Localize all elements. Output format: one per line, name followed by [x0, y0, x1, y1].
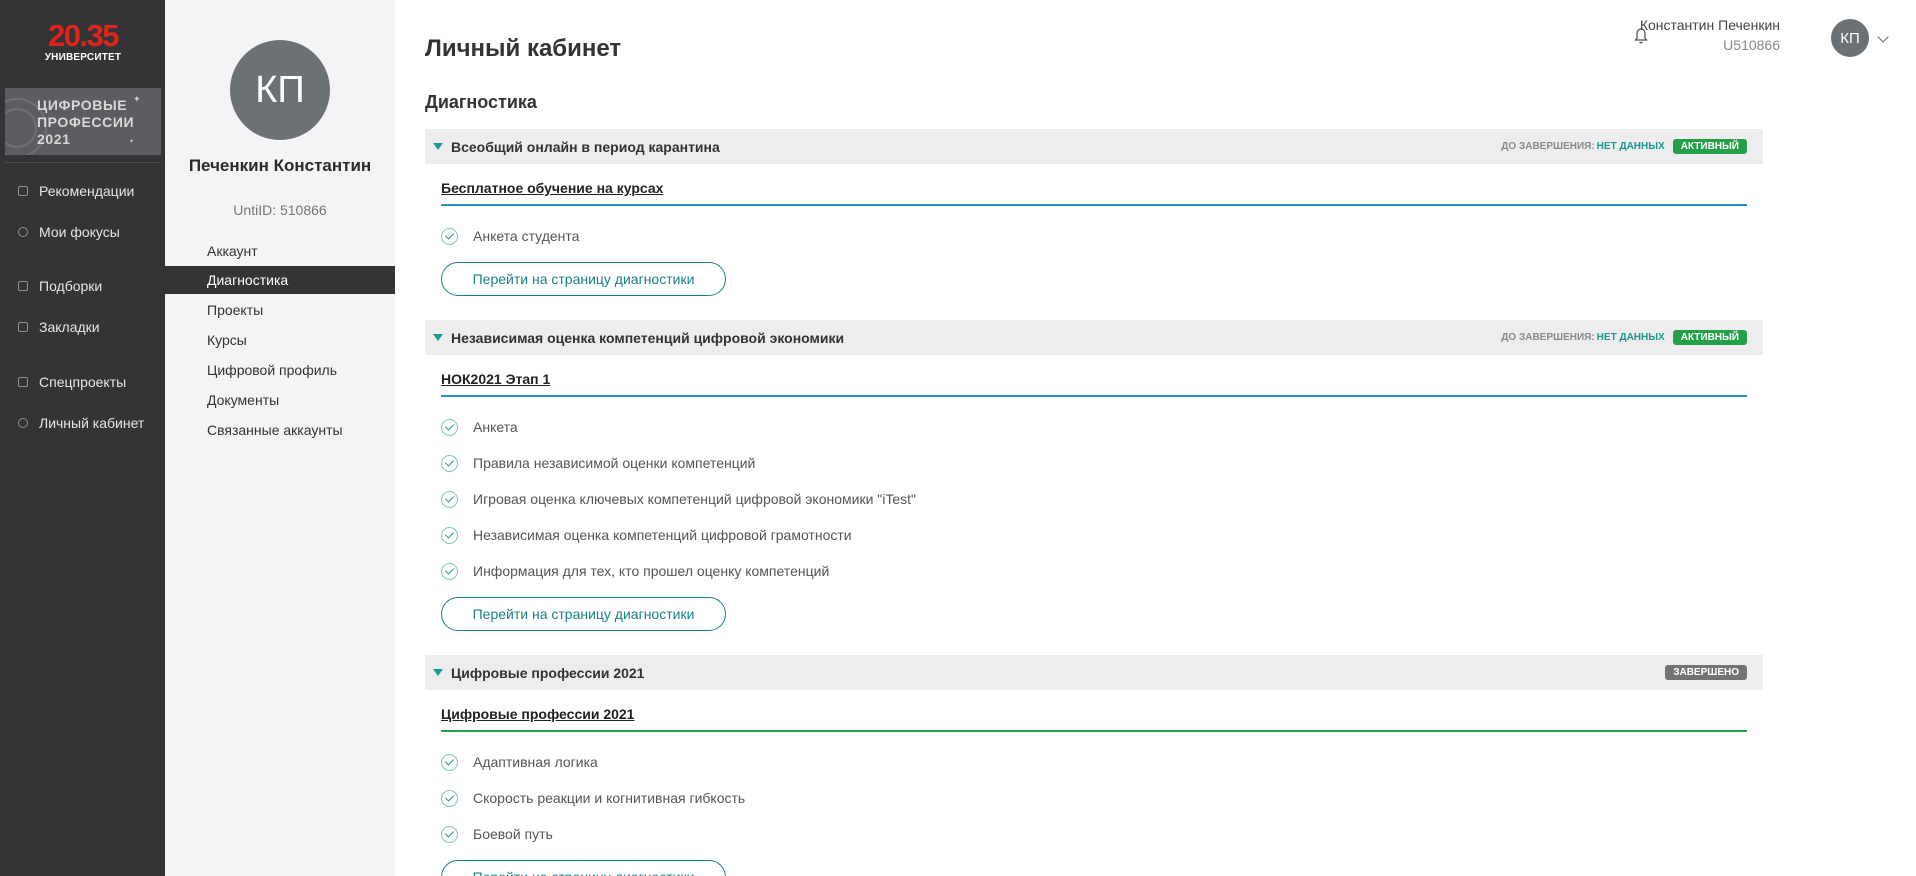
sidebar-item-bookmarks[interactable]: Закладки — [0, 315, 165, 339]
profile-nav-diagnostics[interactable]: Диагностика — [165, 266, 395, 294]
profile-unti-id: UntiID: 510866 — [233, 202, 327, 218]
item-label: Игровая оценка ключевых компетенций цифр… — [473, 491, 917, 507]
check-circle-icon — [441, 418, 458, 436]
check-circle-icon — [441, 526, 458, 544]
group-header[interactable]: Всеобщий онлайн в период карантина ДО ЗА… — [425, 129, 1763, 164]
user-name[interactable]: Константин Печенкин — [1640, 17, 1780, 33]
go-to-diagnostics-button[interactable]: Перейти на страницу диагностики — [441, 262, 726, 296]
list-item: Анкета — [441, 409, 1763, 445]
status-badge: АКТИВНЫЙ — [1672, 139, 1747, 154]
university-logo[interactable]: 20.35 УНИВЕРСИТЕТ — [40, 20, 126, 64]
promo-text: ЦИФРОВЫЕ ПРОФЕССИИ 2021 — [37, 97, 135, 147]
diagnostic-group: Цифровые профессии 2021 ЗАВЕРШЕНО Цифров… — [425, 655, 1763, 876]
profile-nav-courses[interactable]: Курсы — [165, 326, 395, 354]
item-label: Скорость реакции и когнитивная гибкость — [473, 790, 746, 806]
profile-nav-projects[interactable]: Проекты — [165, 296, 395, 324]
sidebar-item-label: Личный кабинет — [39, 415, 145, 431]
item-label: Адаптивная логика — [473, 754, 598, 770]
sidebar-item-label: Рекомендации — [39, 183, 135, 199]
sidebar-item-account[interactable]: Личный кабинет — [0, 411, 165, 435]
check-circle-icon — [441, 753, 458, 771]
sidebar-item-focus[interactable]: Мои фокусы — [0, 220, 165, 244]
check-circle-icon — [441, 825, 458, 843]
list-item: Правила независимой оценки компетенций — [441, 445, 1763, 481]
user-avatar[interactable]: КП — [1831, 19, 1869, 57]
item-label: Анкета студента — [473, 228, 580, 244]
diagnostic-group: Всеобщий онлайн в период карантина ДО ЗА… — [425, 129, 1763, 296]
profile-nav-digital-profile[interactable]: Цифровой профиль — [165, 356, 395, 384]
diagnostic-subtitle-link[interactable]: Цифровые профессии 2021 — [441, 706, 1747, 732]
deadline-label: ДО ЗАВЕРШЕНИЯ: — [1501, 332, 1595, 343]
profile-nav-linked-accounts[interactable]: Связанные аккаунты — [165, 416, 395, 444]
list-item: Независимая оценка компетенций цифровой … — [441, 517, 1763, 553]
check-circle-icon — [441, 227, 458, 245]
profile-nav-documents[interactable]: Документы — [165, 386, 395, 414]
deadline-label: ДО ЗАВЕРШЕНИЯ: — [1501, 141, 1595, 152]
divider — [5, 162, 161, 163]
group-header[interactable]: Независимая оценка компетенций цифровой … — [425, 320, 1763, 355]
check-circle-icon — [441, 454, 458, 472]
promo-banner[interactable]: ✦ ✦ ЦИФРОВЫЕ ПРОФЕССИИ 2021 — [5, 88, 161, 155]
collections-icon — [18, 281, 28, 291]
page-title: Личный кабинет — [425, 35, 622, 62]
sidebar-item-label: Подборки — [39, 278, 103, 294]
item-label: Независимая оценка компетенций цифровой … — [473, 527, 852, 543]
profile-panel: КП Печенкин Константин UntiID: 510866 Ак… — [165, 0, 395, 876]
sidebar-item-label: Спецпроекты — [39, 374, 127, 390]
diagnostic-subtitle-link[interactable]: НОК2021 Этап 1 — [441, 371, 1747, 397]
status-badge: АКТИВНЫЙ — [1672, 330, 1747, 345]
collapse-triangle-icon[interactable] — [433, 334, 443, 341]
bookmark-icon — [18, 322, 28, 332]
go-to-diagnostics-button[interactable]: Перейти на страницу диагностики — [441, 597, 726, 631]
diagnostic-items: Адаптивная логика Скорость реакции и ког… — [441, 744, 1763, 852]
item-label: Правила независимой оценки компетенций — [473, 455, 756, 471]
diagnostic-items: Анкета Правила независимой оценки компет… — [441, 409, 1763, 589]
logo-subtitle: УНИВЕРСИТЕТ — [44, 52, 122, 63]
user-id: U510866 — [1723, 37, 1780, 53]
recommendations-icon — [18, 186, 28, 196]
list-item: Скорость реакции и когнитивная гибкость — [441, 780, 1763, 816]
user-icon — [18, 418, 28, 428]
chevron-down-icon[interactable] — [1877, 31, 1889, 43]
list-item: Игровая оценка ключевых компетенций цифр… — [441, 481, 1763, 517]
check-circle-icon — [441, 490, 458, 508]
sidebar-item-label: Мои фокусы — [39, 224, 120, 240]
list-item: Адаптивная логика — [441, 744, 1763, 780]
item-label: Анкета — [473, 419, 518, 435]
collapse-triangle-icon[interactable] — [433, 669, 443, 676]
deadline-value: НЕТ ДАННЫХ — [1596, 332, 1665, 343]
diagnostic-group: Независимая оценка компетенций цифровой … — [425, 320, 1763, 631]
diagnostic-subtitle-link[interactable]: Бесплатное обучение на курсах — [441, 180, 1747, 206]
section-title: Диагностика — [425, 92, 537, 112]
profile-nav-account[interactable]: Аккаунт — [165, 237, 395, 265]
group-header[interactable]: Цифровые профессии 2021 ЗАВЕРШЕНО — [425, 655, 1763, 690]
status-badge: ЗАВЕРШЕНО — [1665, 665, 1747, 680]
go-to-diagnostics-button[interactable]: Перейти на страницу диагностики — [441, 860, 726, 876]
avatar: КП — [230, 40, 330, 140]
sidebar-item-recommendations[interactable]: Рекомендации — [0, 179, 165, 203]
check-circle-icon — [441, 562, 458, 580]
item-label: Информация для тех, кто прошел оценку ко… — [473, 563, 830, 579]
group-title: Всеобщий онлайн в период карантина — [451, 138, 720, 155]
list-item: Информация для тех, кто прошел оценку ко… — [441, 553, 1763, 589]
sidebar-item-label: Закладки — [39, 319, 100, 335]
sidebar-item-collections[interactable]: Подборки — [0, 274, 165, 298]
special-projects-icon — [18, 377, 28, 387]
group-title: Независимая оценка компетенций цифровой … — [451, 329, 845, 346]
check-circle-icon — [441, 789, 458, 807]
sidebar-item-special-projects[interactable]: Спецпроекты — [0, 370, 165, 394]
item-label: Боевой путь — [473, 826, 553, 842]
deadline-value: НЕТ ДАННЫХ — [1596, 141, 1665, 152]
logo-number: 20.35 — [47, 18, 120, 53]
main-sidebar: 20.35 УНИВЕРСИТЕТ ✦ ✦ ЦИФРОВЫЕ ПРОФЕССИИ… — [0, 0, 165, 876]
profile-name: Печенкин Константин — [188, 156, 372, 175]
list-item: Боевой путь — [441, 816, 1763, 852]
group-title: Цифровые профессии 2021 — [451, 664, 645, 681]
list-item: Анкета студента — [441, 218, 1763, 254]
focus-icon — [18, 227, 28, 237]
collapse-triangle-icon[interactable] — [433, 143, 443, 150]
diagnostic-items: Анкета студента — [441, 218, 1763, 254]
